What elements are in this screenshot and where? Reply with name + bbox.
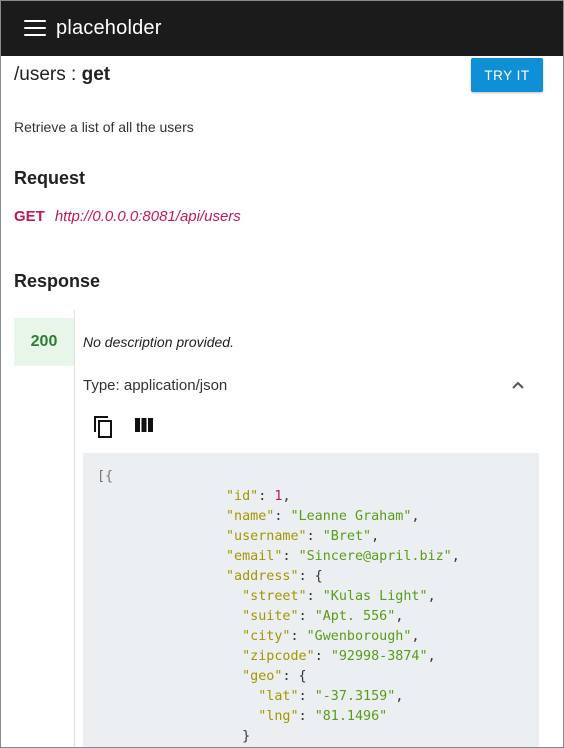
json-string: "Bret" [322,529,372,544]
response-heading: Response [14,271,101,291]
response-type: Type: application/json [83,377,228,394]
operation-title: /users : get [14,64,110,86]
json-string: "81.1496" [314,709,388,724]
status-code-badge: 200 [14,318,74,366]
copy-icon[interactable] [91,413,115,439]
json-string: "-37.3159" [314,689,396,704]
json-key: "id" [226,489,259,504]
try-it-button[interactable]: TRY IT [471,58,543,92]
response-divider [74,310,75,748]
json-number: 1 [274,489,283,504]
request-url: http://0.0.0.0:8081/api/users [54,208,241,225]
json-key: "email" [226,549,283,564]
json-key: "name" [226,509,275,524]
json-string: "Gwenborough" [306,629,412,644]
json-key: "zipcode" [242,649,315,664]
json-example: [{ "id": 1, "name": "Leanne Graham", "us… [97,469,460,744]
operation-method: get [81,64,111,85]
json-string: "Apt. 556" [314,609,396,624]
json-key: "suite" [242,609,299,624]
json-key: "geo" [242,669,283,684]
request-method: GET [14,208,45,225]
chevron-up-icon[interactable] [511,380,525,390]
request-line: GET http://0.0.0.0:8081/api/users [14,208,241,225]
operation-header: /users : get TRY IT [14,58,544,92]
response-example-code: [{ "id": 1, "name": "Leanne Graham", "us… [83,453,539,748]
operation-description: Retrieve a list of all the users [14,119,194,135]
columns-icon[interactable] [134,417,154,433]
json-key: "street" [242,589,307,604]
json-key: "lat" [258,689,299,704]
app-bar: placeholder [0,0,564,56]
json-key: "username" [226,529,307,544]
json-key: "lng" [258,709,299,724]
json-string: "Leanne Graham" [290,509,412,524]
json-key: "city" [242,629,291,644]
json-string: "Kulas Light" [322,589,428,604]
json-string: "92998-3874" [330,649,428,664]
hamburger-menu-icon[interactable] [24,20,46,36]
request-heading: Request [14,168,86,188]
operation-path: /users [14,64,66,85]
json-key: "address" [226,569,299,584]
json-open: [{ [97,469,114,484]
response-description: No description provided. [83,334,234,350]
operation-separator: : [65,64,82,85]
app-title: placeholder [56,16,162,39]
json-string: "Sincere@april.biz" [298,549,452,564]
